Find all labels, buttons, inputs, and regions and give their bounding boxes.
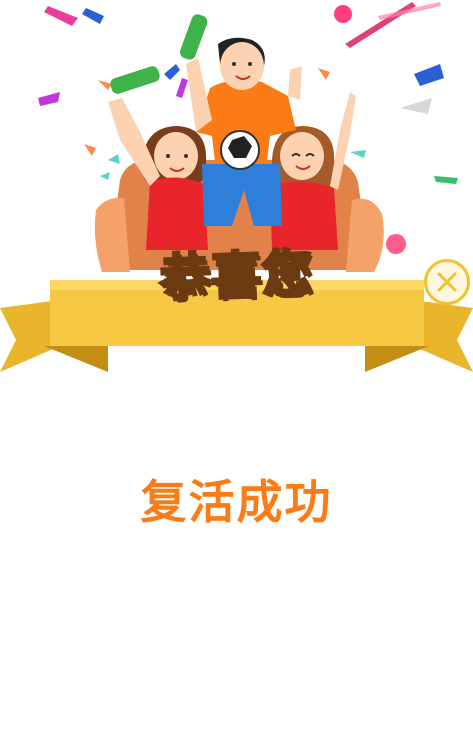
close-icon <box>437 272 457 292</box>
status-message: 复活成功 <box>140 475 333 529</box>
close-button[interactable] <box>424 259 470 305</box>
ribbon-banner <box>0 280 473 372</box>
revive-success-dialog: 恭喜您 复活成功 <box>0 0 473 744</box>
celebration-illustration <box>0 2 473 372</box>
